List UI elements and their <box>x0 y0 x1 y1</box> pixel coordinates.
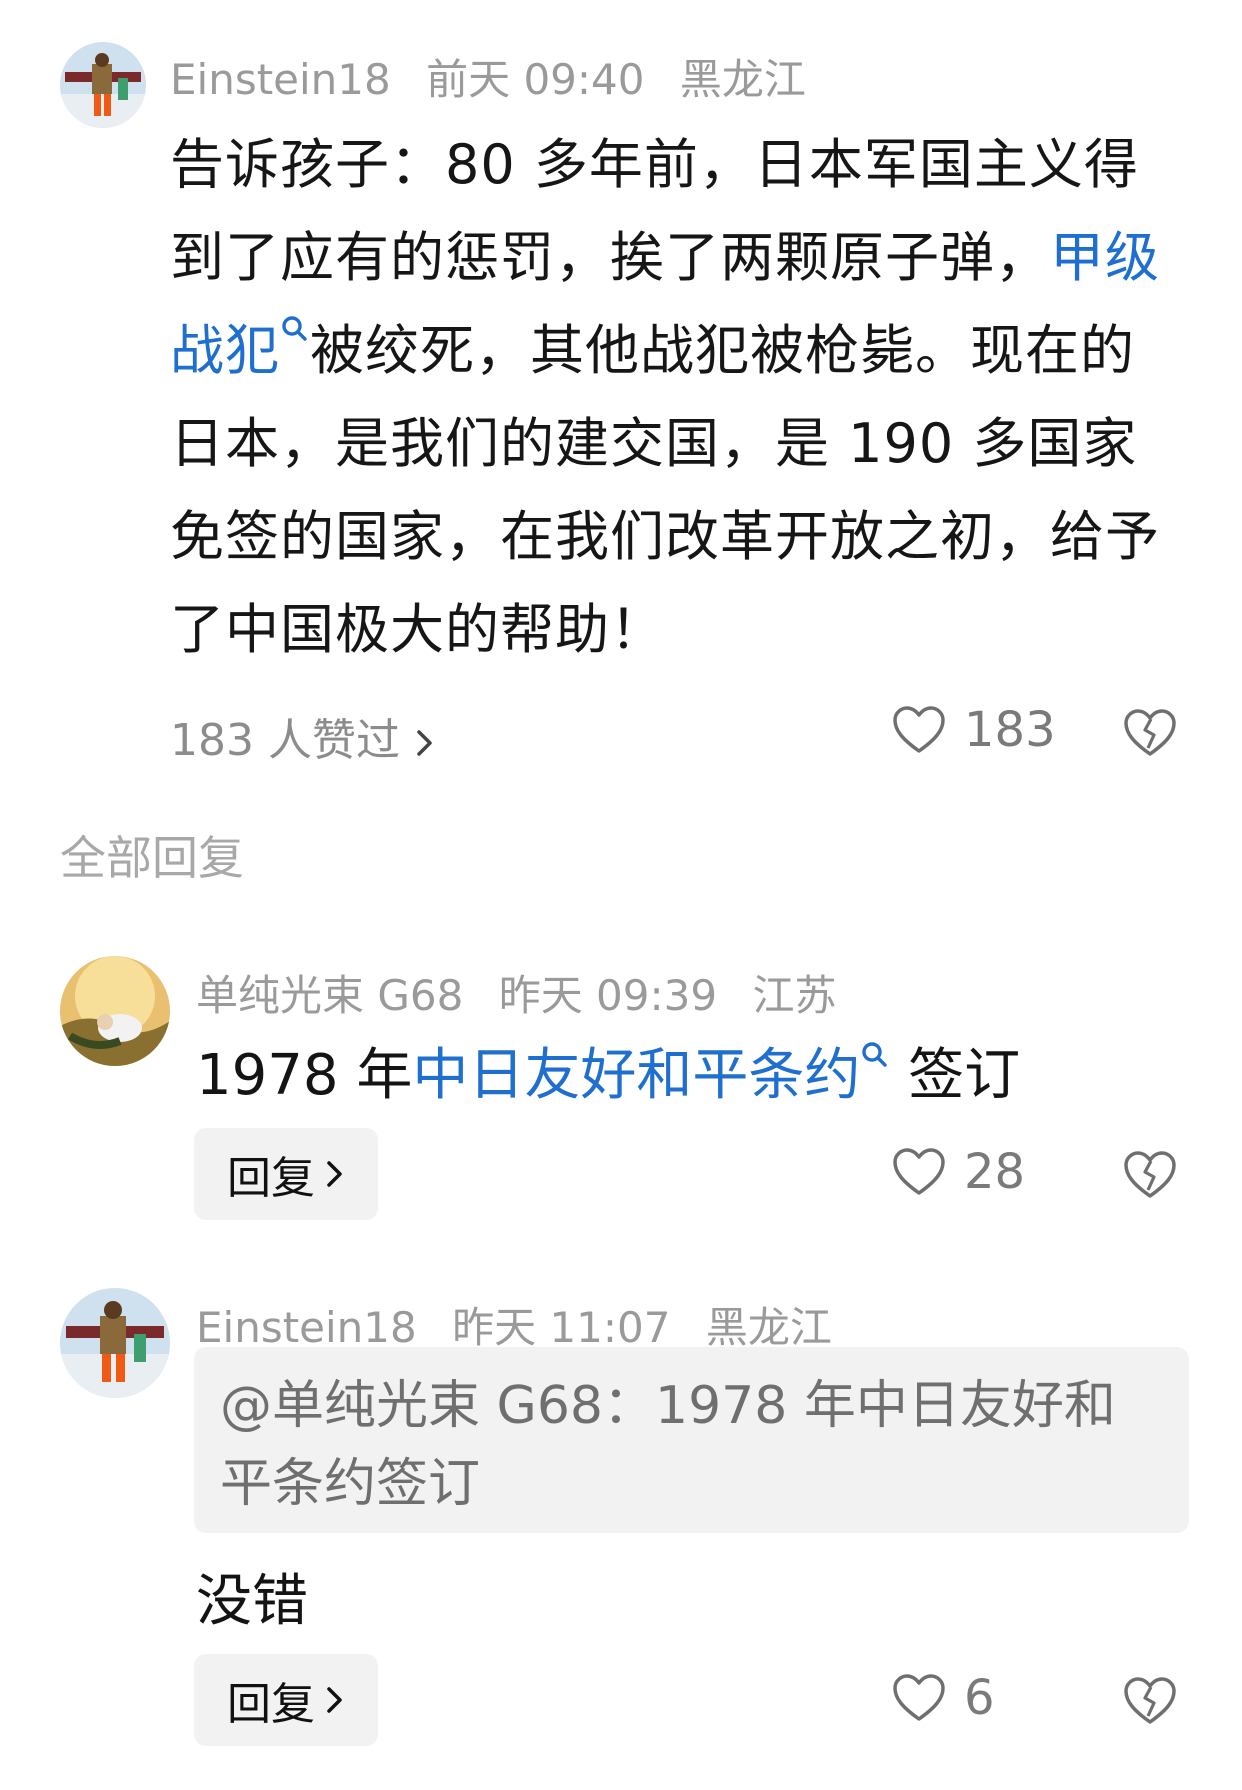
like-button[interactable]: 183 <box>892 702 1056 758</box>
like-count: 28 <box>964 1144 1026 1200</box>
avatar[interactable] <box>60 42 146 128</box>
reply-label: 回复 <box>227 1679 315 1730</box>
avatar[interactable] <box>60 956 170 1066</box>
broken-heart-icon[interactable] <box>1122 1674 1178 1726</box>
like-count: 183 <box>964 702 1056 758</box>
reply-button[interactable]: 回复 <box>194 1128 378 1220</box>
comment-thread: Einstein18 前天 09:40 黑龙江 告诉孩子：80 多年前，日本军国… <box>0 0 1242 1790</box>
search-icon[interactable] <box>280 314 310 344</box>
location: 江苏 <box>752 971 837 1020</box>
comment-meta: Einstein18 前天 09:40 黑龙江 <box>170 46 828 107</box>
comment-meta: Einstein18 昨天 11:07 黑龙江 <box>196 1294 854 1355</box>
comment-text: 告诉孩子：80 多年前，日本军国主义得到了应有的惩罚，挨了两颗原子弹，甲级战犯被… <box>170 118 1180 676</box>
timestamp: 昨天 11:07 <box>452 1303 671 1352</box>
replies-section-title: 全部回复 <box>60 831 244 885</box>
heart-icon <box>893 1148 945 1195</box>
reply-label: 回复 <box>227 1153 315 1204</box>
timestamp: 昨天 09:39 <box>498 971 718 1020</box>
broken-heart-icon[interactable] <box>1122 1148 1178 1200</box>
username[interactable]: Einstein18 <box>170 55 391 104</box>
location: 黑龙江 <box>679 55 806 104</box>
comment-text-part: 告诉孩子：80 多年前，日本军国主义得到了应有的惩罚，挨了两颗原子弹， <box>170 133 1139 289</box>
like-button[interactable]: 6 <box>892 1670 995 1726</box>
chevron-right-icon <box>327 1161 342 1187</box>
like-count: 6 <box>964 1670 995 1726</box>
quote-text: @单纯光束 G68：1978 年中日友好和平条约签订 <box>220 1376 1116 1514</box>
avatar[interactable] <box>60 1288 170 1398</box>
comment-text: 没错 <box>196 1569 308 1634</box>
likers-label: 183 人赞过 <box>170 715 400 766</box>
quoted-reply: @单纯光束 G68：1978 年中日友好和平条约签订 <box>194 1347 1189 1533</box>
like-button[interactable]: 28 <box>892 1144 1025 1200</box>
broken-heart-icon[interactable] <box>1122 706 1178 758</box>
comment-text: 1978 年中日友好和平条约 签订 <box>196 1030 1020 1111</box>
heart-icon <box>893 706 945 753</box>
search-link[interactable]: 中日友好和平条约 <box>412 1043 860 1108</box>
username[interactable]: Einstein18 <box>196 1303 417 1352</box>
chevron-right-icon <box>417 730 432 756</box>
timestamp: 前天 09:40 <box>426 55 645 104</box>
comment-text-part: 签订 <box>908 1043 1021 1108</box>
comment-text-part: 被绞死，其他战犯被枪毙。现在的日本，是我们的建交国，是 190 多国家免签的国家… <box>170 319 1160 661</box>
location: 黑龙江 <box>705 1303 832 1352</box>
heart-icon <box>893 1674 945 1721</box>
comment-text-part: 1978 年 <box>196 1043 413 1108</box>
chevron-right-icon <box>327 1687 342 1713</box>
reply-button[interactable]: 回复 <box>194 1654 378 1746</box>
likers-link[interactable]: 183 人赞过 <box>170 704 436 768</box>
username[interactable]: 单纯光束 G68 <box>196 971 463 1020</box>
search-icon[interactable] <box>860 1040 890 1070</box>
comment-meta: 单纯光束 G68 昨天 09:39 江苏 <box>196 962 858 1023</box>
